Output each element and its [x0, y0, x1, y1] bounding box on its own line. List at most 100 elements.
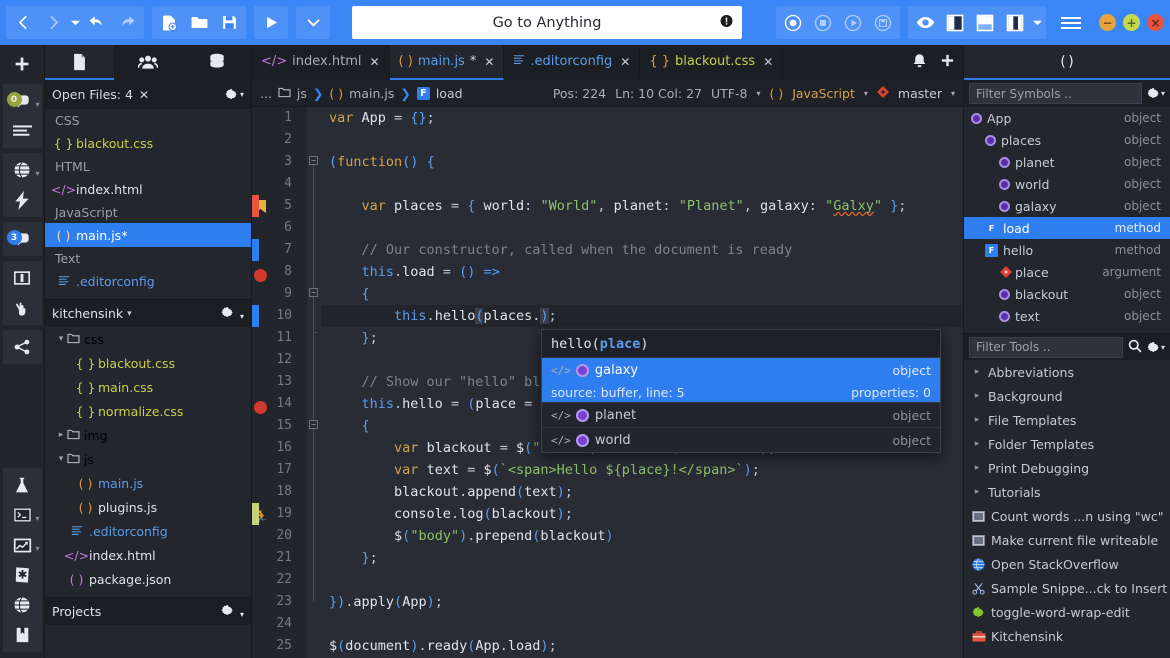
- symbol-load[interactable]: F load method: [964, 217, 1170, 239]
- tree-folder-js[interactable]: ▾ js: [45, 447, 251, 471]
- code-editor[interactable]: 1 2 3 4 5 6 7 8 9 10 11 12 13: [252, 107, 963, 658]
- open-file-blackout-css[interactable]: { } blackout.css: [45, 131, 251, 155]
- db-tab[interactable]: [182, 45, 251, 80]
- tree-file-normalize-css[interactable]: { } normalize.css: [45, 399, 251, 423]
- status-branch[interactable]: master: [898, 86, 942, 101]
- run-icon[interactable]: [256, 7, 286, 38]
- web-icon[interactable]: [4, 590, 41, 620]
- tool-toggle-word-wrap[interactable]: toggle-word-wrap-edit: [964, 600, 1170, 624]
- symbol-app[interactable]: App object: [964, 107, 1170, 129]
- chevron-down-icon[interactable]: [298, 7, 328, 38]
- tree-folder-css[interactable]: ▾ css: [45, 327, 251, 351]
- lightning-icon[interactable]: [4, 185, 41, 215]
- globe-caret-icon[interactable]: ▾: [35, 169, 39, 178]
- tree-file-main-js[interactable]: ( ) main.js: [45, 471, 251, 495]
- redo-icon[interactable]: [112, 7, 142, 38]
- filter-tools-input[interactable]: Filter Tools ..: [969, 337, 1123, 358]
- tree-file-index-html[interactable]: </> index.html: [45, 543, 251, 567]
- projects-gear-caret-icon[interactable]: ▾: [240, 610, 244, 619]
- symbol-world[interactable]: world object: [964, 173, 1170, 195]
- autocomplete-popup[interactable]: hello(place) </> galaxy object source: b…: [541, 329, 941, 453]
- editor-tab-blackout-css[interactable]: { } blackout.css ✕: [640, 45, 783, 80]
- new-tab-icon[interactable]: [940, 53, 955, 72]
- window-maximize-button[interactable]: +: [1123, 14, 1140, 31]
- status-language-caret-icon[interactable]: ▾: [864, 89, 868, 98]
- breakpoint-icon[interactable]: [254, 401, 267, 414]
- bookmark-icon[interactable]: [4, 620, 41, 650]
- collab-tab[interactable]: [114, 45, 183, 80]
- breakpoint-icon[interactable]: [254, 269, 267, 282]
- hamburger-menu-icon[interactable]: [1054, 7, 1088, 38]
- symbol-planet[interactable]: planet object: [964, 151, 1170, 173]
- tool-sample-snippet[interactable]: Sample Snippe...ck to Insert: [964, 576, 1170, 600]
- nav-dropdown-caret-icon[interactable]: [68, 7, 82, 38]
- files-tab[interactable]: [45, 45, 114, 80]
- open-file-editorconfig[interactable]: .editorconfig: [45, 269, 251, 293]
- autocomplete-item-world[interactable]: </> world object: [542, 427, 940, 452]
- window-close-button[interactable]: ×: [1147, 14, 1164, 31]
- new-file-icon[interactable]: [154, 7, 184, 38]
- status-encoding[interactable]: UTF-8: [711, 86, 747, 101]
- breadcrumb-item-main-js[interactable]: main.js: [349, 86, 394, 101]
- tree-file-editorconfig[interactable]: .editorconfig: [45, 519, 251, 543]
- fold-toggle-icon[interactable]: −: [309, 420, 318, 429]
- snippet-icon[interactable]: ✱: [4, 560, 41, 590]
- tree-file-package-json[interactable]: ( ) package.json: [45, 567, 251, 591]
- editor-tab-main-js[interactable]: ( ) main.js * ✕: [390, 45, 505, 80]
- layout-caret-icon[interactable]: [1030, 7, 1044, 38]
- editor-tab-close-icon[interactable]: ✕: [763, 55, 773, 69]
- save-session-icon[interactable]: [868, 7, 898, 38]
- chart-caret-icon[interactable]: ▾: [35, 544, 39, 553]
- notification-bell-icon[interactable]: [911, 53, 928, 73]
- symbol-hello[interactable]: F hello method: [964, 239, 1170, 261]
- goto-anything-input[interactable]: Go to Anything: [352, 6, 742, 39]
- tool-folder-templates[interactable]: ▸ Folder Templates: [964, 432, 1170, 456]
- autocomplete-item-galaxy[interactable]: </> galaxy object: [542, 357, 940, 382]
- tools-gear-icon[interactable]: ▾: [1147, 341, 1165, 354]
- editor-tab-index-html[interactable]: </> index.html ✕: [252, 45, 390, 80]
- eye-icon[interactable]: [910, 7, 940, 38]
- tree-folder-img[interactable]: ▸ img: [45, 423, 251, 447]
- tool-file-templates[interactable]: ▸ File Templates: [964, 408, 1170, 432]
- breadcrumb-item-load[interactable]: load: [436, 86, 463, 101]
- projects-gear-icon[interactable]: ▾: [221, 604, 244, 620]
- open-files-gear-icon[interactable]: ▾: [225, 88, 244, 101]
- editor-gutter[interactable]: 1 2 3 4 5 6 7 8 9 10 11 12 13: [252, 107, 300, 658]
- lines-icon[interactable]: [4, 116, 41, 146]
- chart-icon[interactable]: ▾: [4, 530, 41, 560]
- debug-icon[interactable]: 3: [4, 224, 41, 254]
- search-icon[interactable]: [1128, 338, 1142, 357]
- status-language[interactable]: JavaScript: [792, 86, 855, 101]
- fold-toggle-icon[interactable]: −: [309, 156, 318, 165]
- editor-tab-close-icon[interactable]: ✕: [484, 55, 494, 69]
- tool-kitchensink-toolbox[interactable]: Kitchensink: [964, 624, 1170, 648]
- flask-icon[interactable]: [4, 470, 41, 500]
- stop-icon[interactable]: [808, 7, 838, 38]
- editor-tab-close-icon[interactable]: ✕: [620, 55, 630, 69]
- symbols-gear-caret-icon[interactable]: ▾: [1161, 89, 1165, 98]
- editor-tab-close-icon[interactable]: ✕: [369, 55, 379, 69]
- status-encoding-caret-icon[interactable]: ▾: [756, 89, 760, 98]
- open-file-main-js[interactable]: ( ) main.js*: [45, 223, 251, 247]
- terminal-icon[interactable]: ▾: [4, 500, 41, 530]
- tool-print-debugging[interactable]: ▸ Print Debugging: [964, 456, 1170, 480]
- symbol-text[interactable]: text object: [964, 305, 1170, 327]
- undo-icon[interactable]: [82, 7, 112, 38]
- fold-toggle-icon[interactable]: −: [309, 288, 318, 297]
- open-folder-icon[interactable]: [184, 7, 214, 38]
- globe-icon[interactable]: ▾: [4, 155, 41, 185]
- autocomplete-item-planet[interactable]: </> planet object: [542, 402, 940, 427]
- play-icon[interactable]: [838, 7, 868, 38]
- project-gear-icon[interactable]: ▾: [221, 306, 244, 322]
- tree-file-blackout-css[interactable]: { } blackout.css: [45, 351, 251, 375]
- status-branch-caret-icon[interactable]: ▾: [951, 89, 955, 98]
- notifications-caret-icon[interactable]: ▾: [35, 100, 39, 109]
- project-caret-icon[interactable]: ▾: [127, 309, 132, 319]
- forward-icon[interactable]: [38, 7, 68, 38]
- tool-tutorials[interactable]: ▸ Tutorials: [964, 480, 1170, 504]
- window-minimize-button[interactable]: −: [1099, 14, 1116, 31]
- rail-add-button[interactable]: [4, 49, 41, 79]
- save-icon[interactable]: [214, 7, 244, 38]
- symbols-gear-icon[interactable]: ▾: [1147, 87, 1165, 100]
- breadcrumb-item-js[interactable]: js: [297, 86, 307, 101]
